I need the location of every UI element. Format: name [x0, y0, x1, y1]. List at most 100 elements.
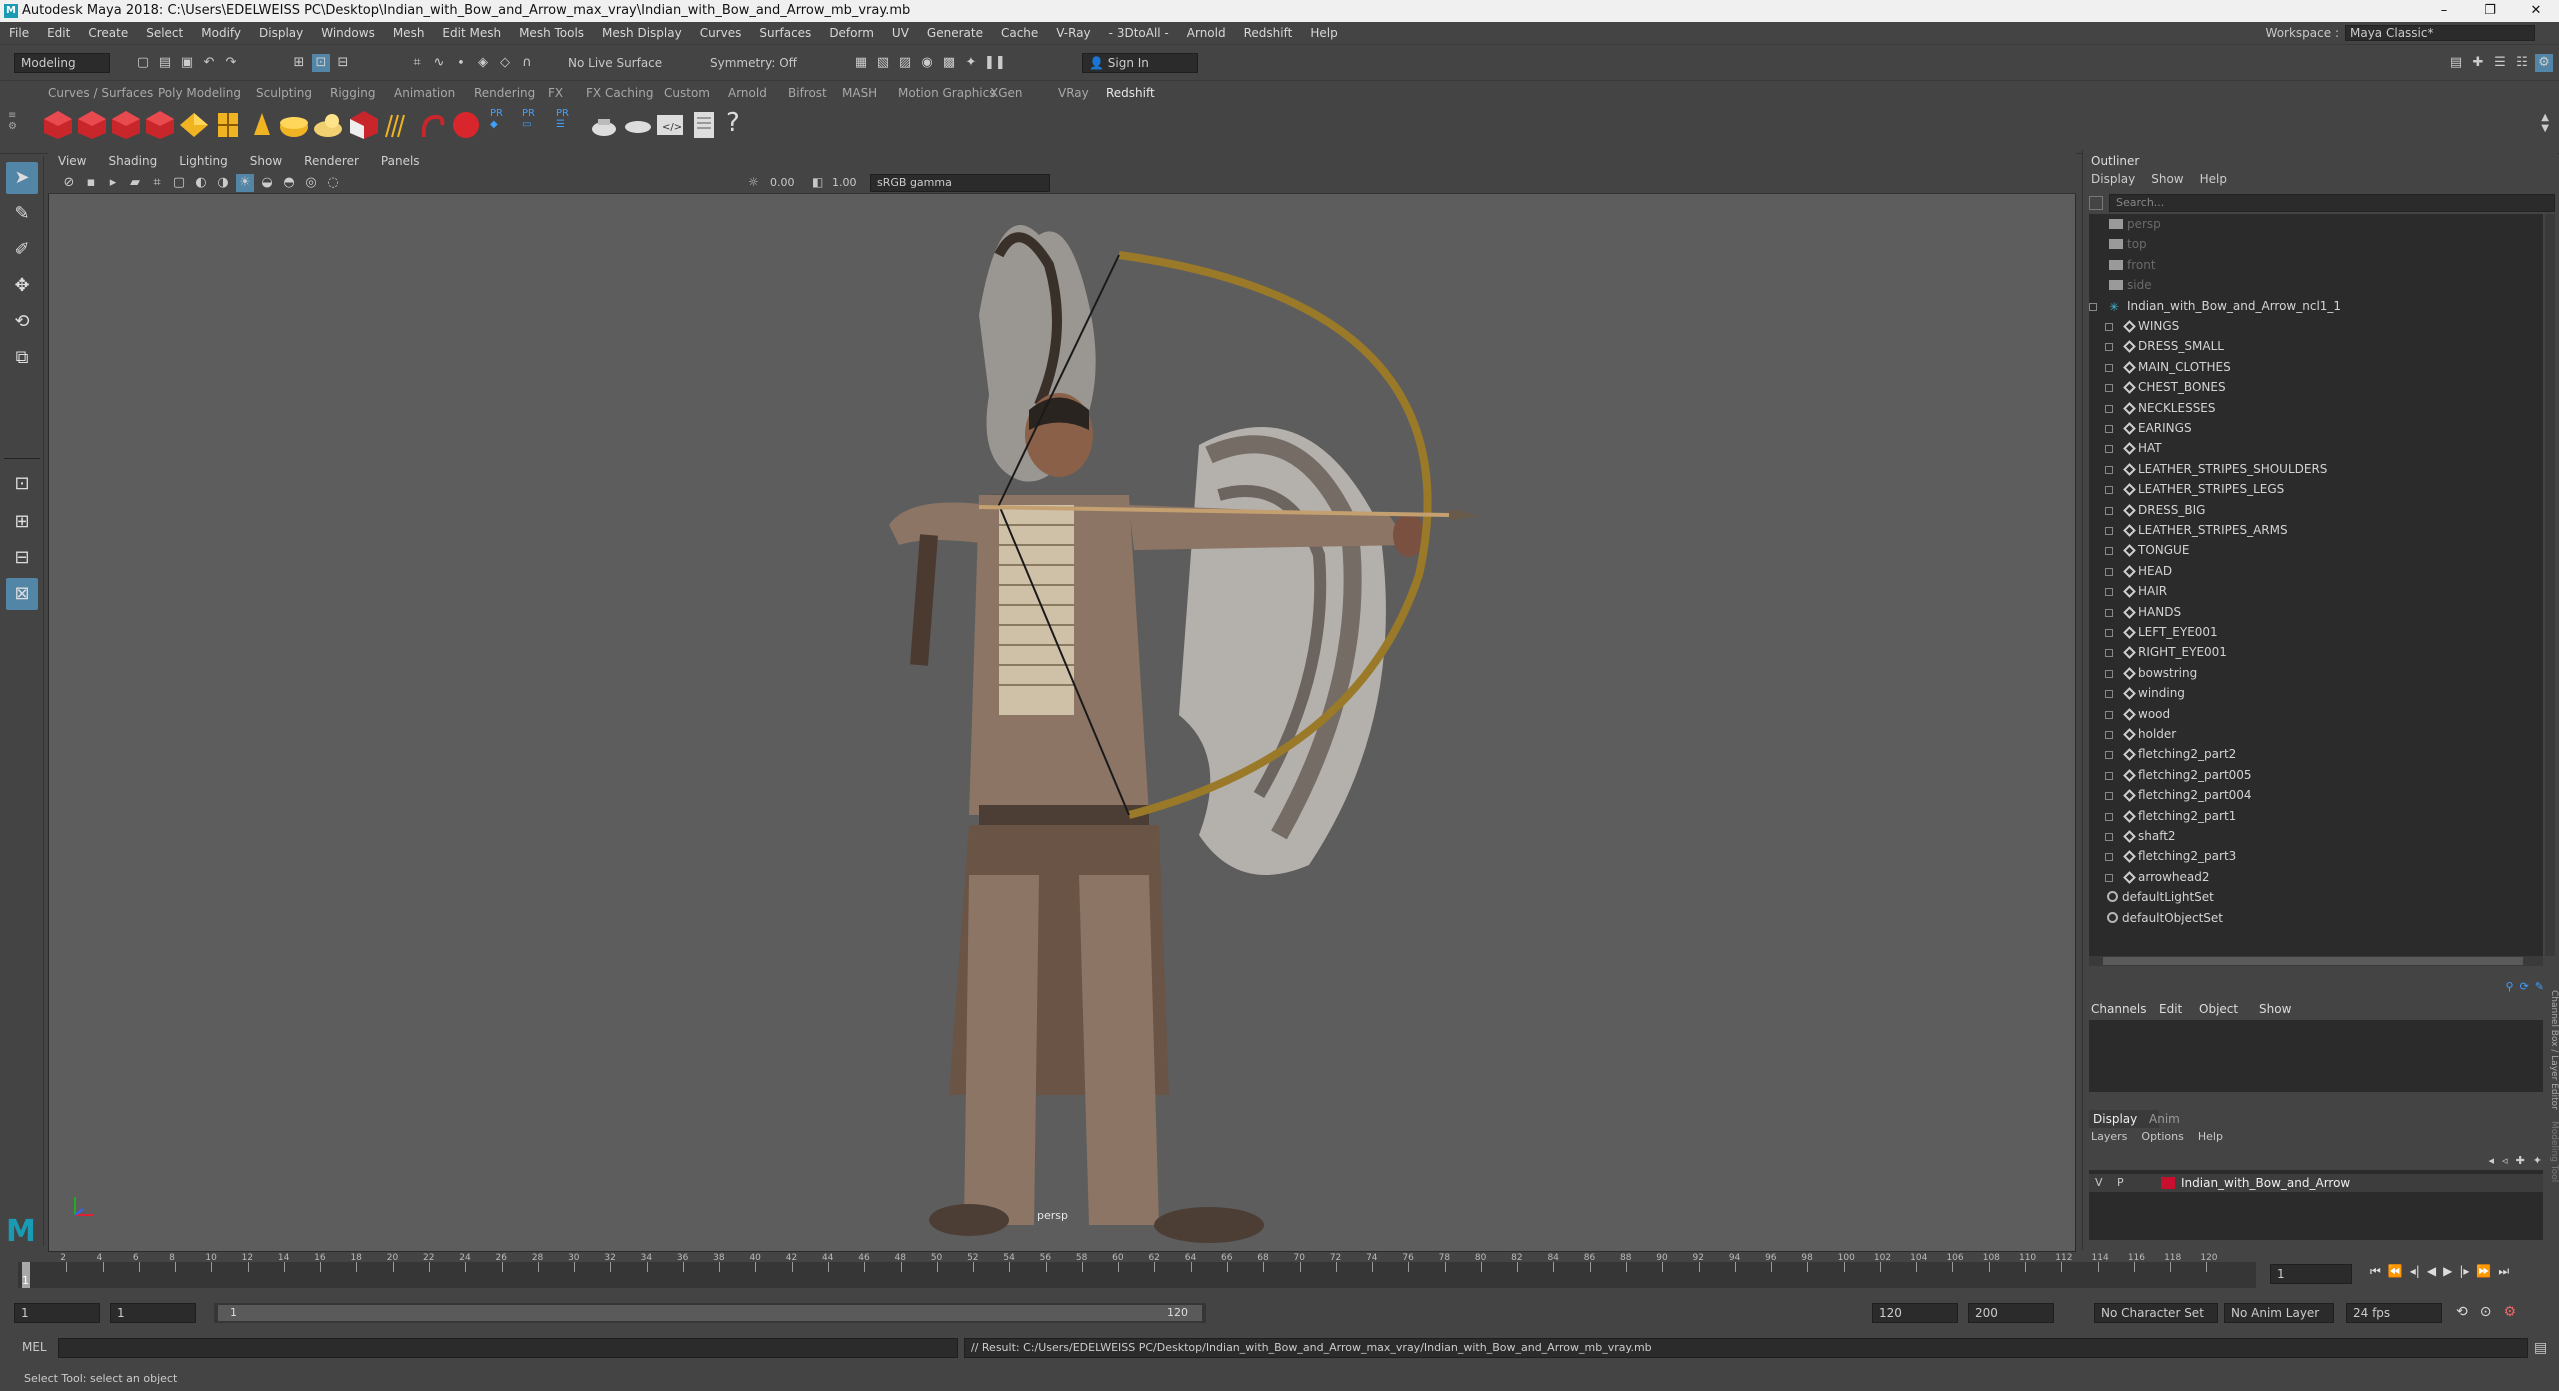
shelf-tab-motion-graphics[interactable]: Motion Graphics	[898, 86, 996, 100]
channel-key-icon[interactable]: ⚲	[2506, 980, 2514, 993]
outliner-item-fletching2-part3[interactable]: fletching2_part3	[2105, 846, 2236, 866]
menu-3dtoall[interactable]: - 3DtoAll -	[1100, 26, 1178, 40]
new-layer-selected-icon[interactable]: ✦	[2533, 1154, 2542, 1167]
outliner-menu-help[interactable]: Help	[2200, 172, 2227, 186]
save-scene-icon[interactable]: ▣	[178, 54, 196, 72]
ipr-render-icon[interactable]: ▧	[874, 54, 892, 72]
outliner-item-left-eye001[interactable]: LEFT_EYE001	[2105, 622, 2218, 642]
menu-help[interactable]: Help	[1301, 26, 1346, 40]
viewport-menu-lighting[interactable]: Lighting	[179, 154, 228, 168]
channel-pin-icon[interactable]: ✎	[2535, 980, 2544, 993]
snap-grid-icon[interactable]: ⌗	[408, 54, 426, 72]
go-to-end-icon[interactable]: ⏭	[2498, 1264, 2509, 1279]
outliner-set-defaultlightset[interactable]: defaultLightSet	[2107, 887, 2214, 907]
expand-toggle-icon[interactable]	[2089, 302, 2097, 311]
expand-toggle-icon[interactable]	[2105, 323, 2113, 331]
snap-surface-icon[interactable]: ◇	[496, 54, 514, 72]
range-slider-track[interactable]: 1 120	[214, 1303, 1206, 1323]
side-tab-channel-box[interactable]: Channel Box / Layer Editor Modeling Tool	[2547, 990, 2559, 1240]
current-frame-field[interactable]: 1	[2270, 1264, 2352, 1284]
colorspace-dropdown[interactable]: sRGB gamma	[870, 174, 1050, 192]
layer-playback-toggle[interactable]: P	[2117, 1176, 2124, 1189]
outliner-item-leather-stripes-legs[interactable]: LEATHER_STRIPES_LEGS	[2105, 479, 2284, 499]
vray-frame-buffer-icon[interactable]: ▩	[940, 54, 958, 72]
bowl-icon[interactable]	[622, 109, 654, 141]
redshift-sphere-icon[interactable]	[450, 109, 482, 141]
menu-deform[interactable]: Deform	[820, 26, 883, 40]
isolate-select-icon[interactable]: ◎	[302, 174, 320, 192]
shelf-tab-rendering[interactable]: Rendering	[474, 86, 535, 100]
outliner-item-hair[interactable]: HAIR	[2105, 581, 2167, 601]
menu-curves[interactable]: Curves	[691, 26, 751, 40]
outliner-menu-display[interactable]: Display	[2091, 172, 2135, 186]
snap-point-icon[interactable]: ∙	[452, 54, 470, 72]
search-options-icon[interactable]	[2089, 196, 2103, 210]
tool-settings-toggle-icon[interactable]: ☰	[2491, 54, 2509, 72]
close-button[interactable]: ✕	[2513, 0, 2559, 22]
workspace-dropdown[interactable]: Maya Classic*	[2345, 25, 2535, 41]
help-menu[interactable]: Help	[2198, 1130, 2223, 1143]
outliner-item-fletching2-part005[interactable]: fletching2_part005	[2105, 765, 2252, 785]
redshift-portal-light-icon[interactable]	[212, 109, 244, 141]
redshift-hair-icon[interactable]	[382, 109, 414, 141]
shelf-tab-redshift[interactable]: Redshift	[1106, 86, 1155, 100]
shelf-tab-arnold[interactable]: Arnold	[728, 86, 767, 100]
menu-create[interactable]: Create	[79, 26, 137, 40]
rotate-tool-icon[interactable]: ⟲	[6, 306, 38, 338]
outliner-item-dress-small[interactable]: DRESS_SMALL	[2105, 336, 2224, 356]
redshift-render-view-icon[interactable]	[42, 109, 74, 141]
menu-generate[interactable]: Generate	[918, 26, 992, 40]
menu-edit[interactable]: Edit	[38, 26, 79, 40]
tab-anim[interactable]: Anim	[2149, 1112, 2180, 1126]
anim-layer-dropdown[interactable]: No Anim Layer	[2224, 1303, 2334, 1323]
shelf-scroll-icon[interactable]: ▲ ▼	[2541, 112, 2549, 134]
redshift-sun-icon[interactable]	[312, 109, 344, 141]
expand-toggle-icon[interactable]	[2105, 547, 2113, 556]
expand-toggle-icon[interactable]	[2105, 812, 2113, 821]
shadows-icon[interactable]: ◒	[258, 174, 276, 192]
animation-start-field[interactable]: 1	[14, 1303, 100, 1323]
menu-uv[interactable]: UV	[883, 26, 918, 40]
step-back-frame-icon[interactable]: ◂|	[2410, 1264, 2420, 1279]
outliner-item-bowstring[interactable]: bowstring	[2105, 663, 2197, 683]
expand-toggle-icon[interactable]	[2105, 527, 2113, 535]
component-mode-icon[interactable]: ⊟	[334, 54, 352, 72]
layers-menu[interactable]: Layers	[2091, 1130, 2127, 1143]
vray-ipr-icon[interactable]: ✦	[962, 54, 980, 72]
menu-mesh[interactable]: Mesh	[384, 26, 434, 40]
scale-tool-icon[interactable]: ⧉	[6, 342, 38, 374]
menu-windows[interactable]: Windows	[312, 26, 384, 40]
channel-box-toggle-icon[interactable]: ☷	[2513, 54, 2531, 72]
outliner-set-defaultobjectset[interactable]: defaultObjectSet	[2107, 908, 2223, 928]
expand-toggle-icon[interactable]	[2105, 731, 2113, 739]
select-tool-icon[interactable]: ➤	[6, 162, 38, 194]
viewport-menu-shading[interactable]: Shading	[108, 154, 157, 168]
expand-toggle-icon[interactable]	[2105, 710, 2113, 719]
expand-toggle-icon[interactable]	[2105, 669, 2113, 678]
shelf-tab-sculpting[interactable]: Sculpting	[256, 86, 312, 100]
smooth-shade-icon[interactable]: ◐	[192, 174, 210, 192]
expand-toggle-icon[interactable]	[2105, 425, 2113, 433]
outliner-item-tongue[interactable]: TONGUE	[2105, 540, 2189, 560]
auto-key-icon[interactable]: ⊙	[2480, 1304, 2492, 1320]
ambient-occlusion-icon[interactable]: ◓	[280, 174, 298, 192]
menu-surfaces[interactable]: Surfaces	[750, 26, 820, 40]
layer-row[interactable]: V P Indian_with_Bow_and_Arrow	[2089, 1174, 2543, 1192]
redshift-dome-light-icon[interactable]	[246, 109, 278, 141]
log-icon[interactable]	[688, 109, 720, 141]
grid-icon[interactable]: ⌗	[148, 174, 166, 192]
menu-set-dropdown[interactable]: Modeling	[14, 53, 110, 73]
outliner-item-hat[interactable]: HAT	[2105, 438, 2162, 458]
pr-icon-1[interactable]: PR ◆	[490, 108, 510, 130]
outliner-item-right-eye001[interactable]: RIGHT_EYE001	[2105, 642, 2227, 662]
outliner-camera-top[interactable]: top	[2109, 234, 2147, 254]
expand-toggle-icon[interactable]	[2105, 833, 2113, 841]
options-menu[interactable]: Options	[2141, 1130, 2183, 1143]
exposure-field[interactable]: 0.00	[770, 176, 795, 189]
menu-modify[interactable]: Modify	[192, 26, 250, 40]
move-tool-icon[interactable]: ✥	[6, 270, 38, 302]
outliner-persp-layout-icon[interactable]: ⊟	[6, 542, 38, 574]
mel-input[interactable]	[58, 1338, 958, 1358]
shelf-tab-curves-surfaces[interactable]: Curves / Surfaces	[48, 86, 153, 100]
outliner-item-fletching2-part004[interactable]: fletching2_part004	[2105, 785, 2252, 805]
